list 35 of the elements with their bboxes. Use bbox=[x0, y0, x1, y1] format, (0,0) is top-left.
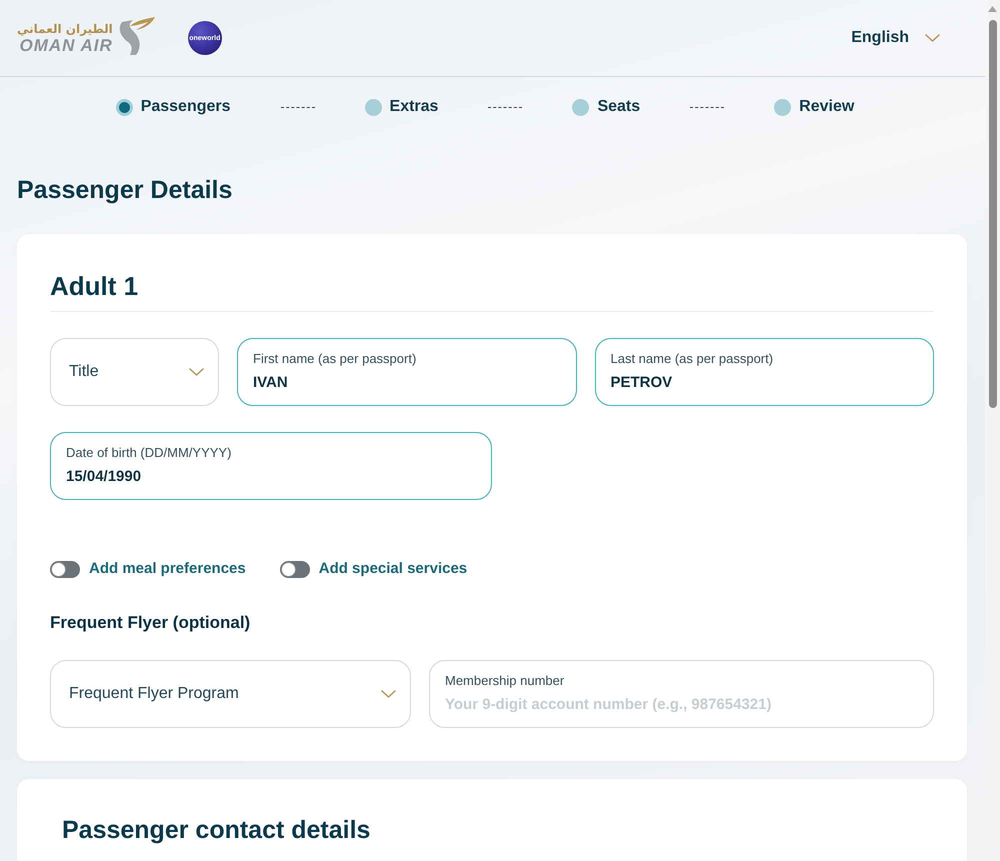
toggle-switch[interactable] bbox=[50, 560, 80, 578]
toggle-label[interactable]: Add special services bbox=[318, 559, 468, 579]
field-label: First name (as per passport) bbox=[253, 351, 418, 367]
contact-heading: Passenger contact details bbox=[62, 815, 372, 846]
field-input[interactable]: PETROV bbox=[610, 372, 918, 394]
field-label: Last name (as per passport) bbox=[610, 351, 774, 367]
field-input[interactable]: IVAN bbox=[253, 372, 560, 394]
page-title: Passenger Details bbox=[17, 175, 234, 206]
scrollbar-thumb[interactable] bbox=[988, 20, 996, 408]
logo-arabic-text: الطيران العماني bbox=[17, 22, 113, 36]
field-label: Membership number bbox=[445, 673, 566, 689]
vertical-scrollbar[interactable] bbox=[985, 0, 1000, 861]
logo-wordmark: OMAN AIR bbox=[19, 36, 113, 54]
field-input[interactable]: 15/04/1990 bbox=[66, 466, 476, 488]
text-field[interactable]: First name (as per passport) IVAN bbox=[237, 338, 576, 406]
step-label: Passengers bbox=[140, 97, 231, 117]
text-field[interactable]: Date of birth (DD/MM/YYYY) 15/04/1990 bbox=[50, 432, 492, 500]
toggle-label[interactable]: Add meal preferences bbox=[89, 559, 246, 579]
section-heading: Frequent Flyer (optional) bbox=[50, 612, 252, 634]
step-label: Extras bbox=[390, 97, 438, 117]
text-field[interactable]: Membership number Your 9-digit account number (e.g., 987654321) bbox=[429, 660, 934, 728]
field-input[interactable]: Your 9-digit account number (e.g., 987654321) bbox=[445, 694, 918, 716]
passenger-heading: Adult 1 bbox=[50, 270, 140, 303]
toggle-switch[interactable] bbox=[280, 560, 310, 578]
scroll-up-arrow-icon[interactable] bbox=[988, 6, 997, 12]
field-label: Date of birth (DD/MM/YYYY) bbox=[66, 445, 232, 461]
chevron-down-icon bbox=[381, 690, 396, 698]
step-label: Review bbox=[799, 97, 854, 117]
text-field[interactable]: Last name (as per passport) PETROV bbox=[594, 338, 934, 406]
language-selector[interactable]: English bbox=[851, 26, 940, 50]
chevron-down-icon bbox=[189, 368, 204, 376]
step-label: Seats bbox=[597, 97, 640, 117]
chevron-down-icon bbox=[925, 34, 940, 42]
dropdown-select[interactable]: Title bbox=[50, 338, 219, 406]
dropdown-select[interactable]: Frequent Flyer Program bbox=[50, 660, 411, 728]
